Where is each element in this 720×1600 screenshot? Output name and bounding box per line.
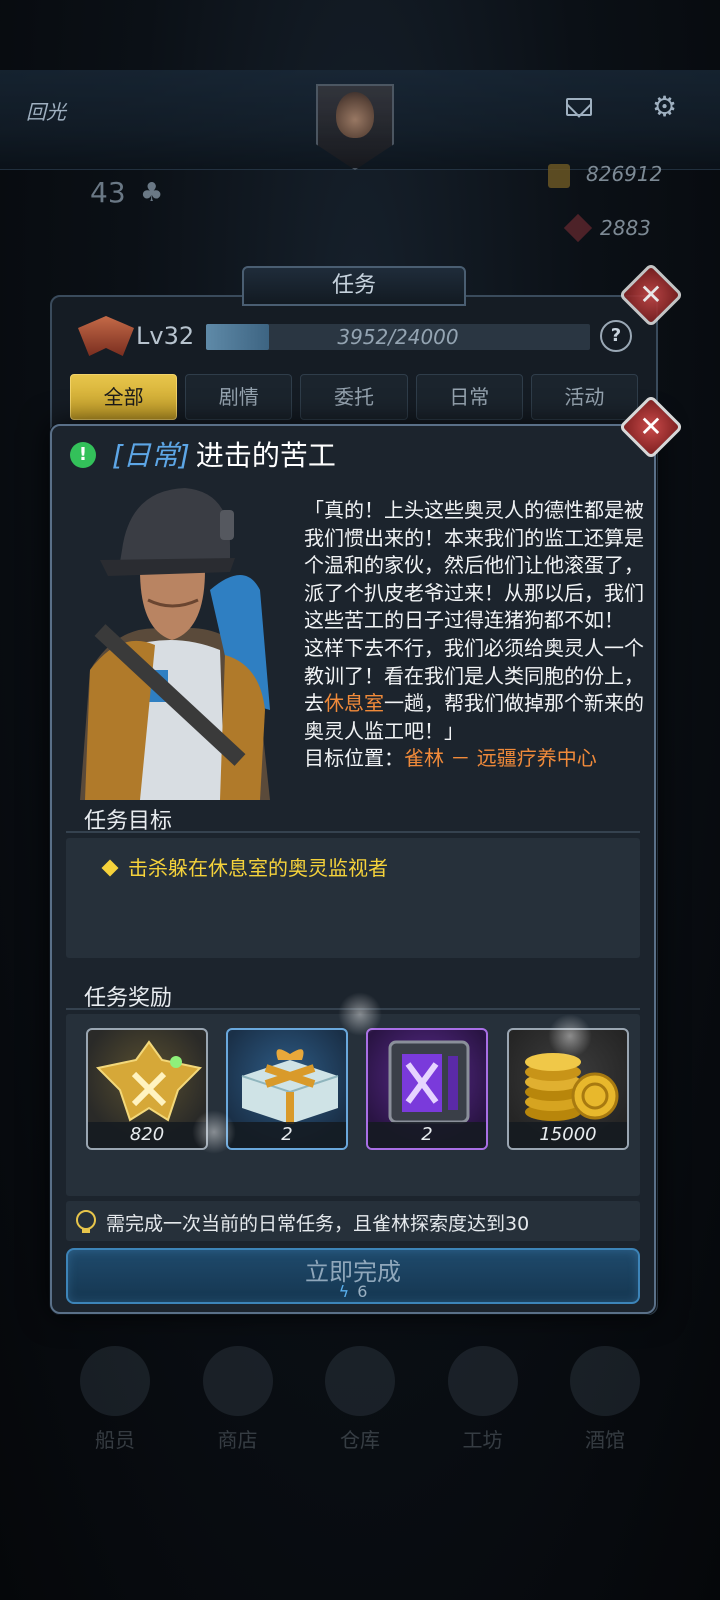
reward-item[interactable]: 820 <box>86 1028 208 1150</box>
player-level: 43 <box>90 176 126 209</box>
reward-item[interactable]: 2 <box>226 1028 348 1150</box>
tavern-icon <box>570 1346 640 1416</box>
shop-icon <box>202 1346 273 1416</box>
tab-story[interactable]: 剧情 <box>185 374 293 420</box>
nav-item-crew[interactable]: 船员 <box>60 1346 170 1476</box>
help-icon[interactable]: ? <box>600 320 632 352</box>
sparkle-glow <box>548 1014 592 1058</box>
gold-icon <box>548 164 570 188</box>
crew-icon <box>80 1346 150 1416</box>
tab-all[interactable]: 全部 <box>70 374 178 420</box>
gear-icon[interactable]: ⚙ <box>652 90 677 123</box>
reward-count: 820 <box>88 1122 206 1148</box>
task-filter-tabs: 全部 剧情 委托 日常 活动 <box>70 374 639 420</box>
tasks-panel-title: 任务 <box>242 266 466 306</box>
task-level: Lv32 <box>136 322 195 350</box>
task-title: [日常] 进击的苦工 <box>112 434 336 474</box>
gem-amount: 2883 <box>600 216 651 240</box>
nav-item-warehouse[interactable]: 仓库 <box>305 1346 415 1476</box>
npc-worker-portrait <box>80 488 270 800</box>
captain-avatar <box>336 92 374 138</box>
clover-icon: ♣ <box>140 178 164 208</box>
tab-commission[interactable]: 委托 <box>300 374 408 420</box>
gift-box-icon <box>241 1049 339 1124</box>
mail-icon[interactable] <box>566 98 592 116</box>
energy-bolt-icon: ϟ <box>338 1282 350 1301</box>
task-type: [日常] <box>112 439 190 472</box>
exclamation-icon: ! <box>70 442 96 468</box>
sparkle-glow <box>338 992 382 1036</box>
nav-item-shop[interactable]: 商店 <box>183 1346 293 1476</box>
diamond-icon <box>101 859 119 877</box>
player-name: 回光 <box>26 100 66 124</box>
requirement-hint: 需完成一次当前的日常任务，且雀林探索度达到30 <box>106 1213 530 1235</box>
objective-item: 击杀躲在休息室的奥灵监视者 <box>101 852 388 881</box>
target-location: 雀林 － 远疆疗养中心 <box>404 746 597 771</box>
nav-item-workshop[interactable]: 工坊 <box>428 1346 538 1476</box>
rank-xp-icon <box>95 1040 203 1122</box>
tab-event[interactable]: 活动 <box>530 374 639 420</box>
task-xp-bar: 3952/24000 <box>206 324 590 350</box>
workshop-icon <box>447 1346 518 1416</box>
lightbulb-icon <box>76 1210 96 1233</box>
nav-item-tavern[interactable]: 酒馆 <box>550 1346 660 1476</box>
complete-now-button[interactable]: 立即完成 ϟ6 <box>66 1248 640 1304</box>
reward-item[interactable]: 2 <box>366 1028 488 1150</box>
task-xp-text: 3952/24000 <box>337 325 459 349</box>
story-text: 「真的！上头这些奥灵人的德性都是被我们惯出来的！本来我们的监工还算是个温和的家伙… <box>304 498 644 743</box>
warehouse-icon <box>325 1346 395 1416</box>
sparkle-glow <box>192 1110 236 1154</box>
reward-count: 2 <box>228 1122 346 1148</box>
reward-count: 15000 <box>509 1122 627 1148</box>
close-icon: ✕ <box>639 278 663 311</box>
reward-count: 2 <box>368 1122 486 1148</box>
tab-daily[interactable]: 日常 <box>415 374 523 420</box>
complete-cost: ϟ6 <box>338 1282 368 1301</box>
gold-amount: 826912 <box>586 162 663 186</box>
objectives-divider <box>66 831 640 833</box>
story-location-highlight: 休息室 <box>324 691 384 716</box>
purple-crate-icon <box>388 1040 470 1124</box>
bottom-nav: 船员 商店 仓库 工坊 酒馆 <box>60 1346 660 1476</box>
target-location-line: 目标位置：雀林 － 远疆疗养中心 <box>304 746 597 771</box>
task-story: 「真的！上头这些奥灵人的德性都是被我们惯出来的！本来我们的监工还算是个温和的家伙… <box>304 497 644 773</box>
close-icon: ✕ <box>639 410 663 443</box>
task-name: 进击的苦工 <box>195 439 336 472</box>
